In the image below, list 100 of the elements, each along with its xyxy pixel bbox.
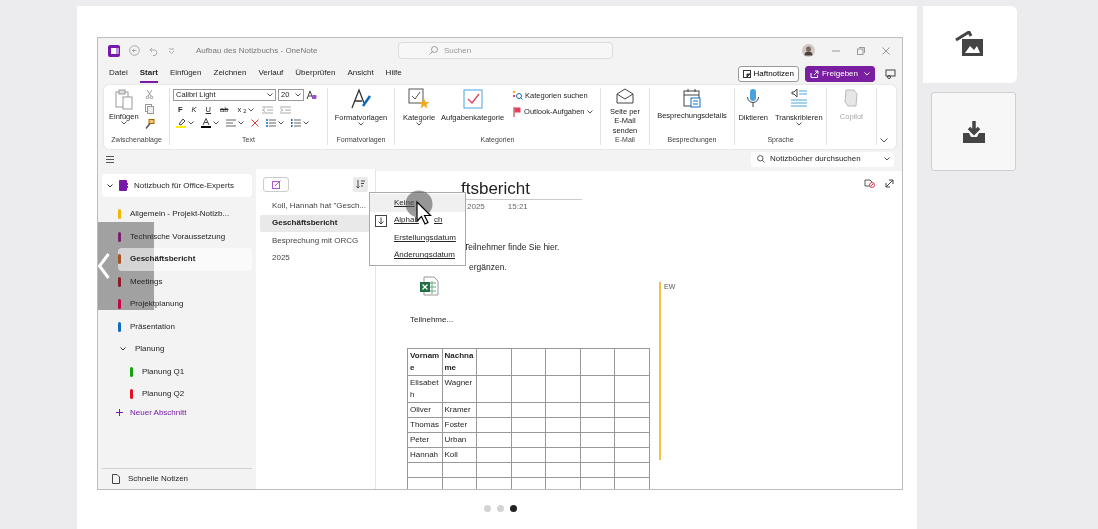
numbered-list-icon (291, 119, 301, 128)
page-item[interactable]: Besprechung mit ORCG (260, 232, 371, 250)
tag-off-icon (864, 179, 875, 188)
new-page-button[interactable] (263, 177, 289, 192)
caret-icon (864, 72, 870, 76)
caret-icon (278, 121, 284, 126)
table-cell: Koll (442, 447, 477, 463)
section-group[interactable]: Planung (102, 338, 252, 361)
sort-button[interactable] (353, 177, 368, 192)
sort-menu-item[interactable]: Keine (370, 194, 465, 212)
caret-icon (188, 121, 194, 126)
flag-icon (513, 106, 523, 117)
attachment-label[interactable]: Teilnehme... (410, 314, 454, 326)
maximize-icon (857, 46, 865, 55)
format-painter-button[interactable] (143, 119, 156, 129)
search-icon (757, 155, 765, 163)
menu-tab[interactable]: Ansicht (347, 65, 374, 83)
bullets-button[interactable] (265, 119, 285, 128)
microphone-icon (746, 88, 761, 110)
undo-icon (149, 45, 159, 56)
copy-icon (144, 104, 154, 114)
menu-icon (106, 155, 114, 163)
copy-button[interactable] (143, 104, 156, 114)
page-item[interactable]: 2025 (260, 249, 371, 267)
section-tab[interactable]: Projektplanung (118, 293, 252, 316)
section-tab[interactable]: Planung Q1 (130, 360, 252, 383)
caret-icon (213, 121, 219, 126)
align-button[interactable] (225, 119, 245, 128)
sticky-notes-button[interactable]: Haftnotizen (737, 66, 799, 82)
gallery-button[interactable] (923, 6, 1017, 83)
menu-tab[interactable]: Überprüfen (295, 65, 336, 83)
quick-notes-item[interactable]: Schnelle Notizen (102, 468, 252, 489)
section-tab[interactable]: Planung Q2 (130, 383, 252, 406)
page-time: 15:21 (507, 201, 528, 214)
plus-icon (116, 409, 123, 416)
highlighter-icon (176, 118, 186, 129)
sort-menu-item[interactable]: Änderungsdatum (370, 246, 465, 264)
section-tab[interactable]: Geschäftsbericht (118, 248, 252, 271)
highlight-button[interactable] (175, 118, 195, 129)
caret-icon (795, 122, 802, 127)
sort-icon (356, 180, 365, 189)
header-cell: Nachname (442, 348, 477, 376)
page-icon (112, 474, 120, 484)
quick-access-icon (168, 47, 175, 54)
sort-menu-item[interactable]: Erstellungsdatum (370, 229, 465, 247)
new-page-icon (271, 180, 281, 189)
window-title: Aufbau des Notizbuchs - OneNote (196, 44, 318, 57)
section-tab[interactable]: Allgemein - Projekt-Notizb... (118, 203, 252, 226)
indent-icon (280, 105, 292, 114)
table-cell: Urban (442, 432, 477, 448)
caret-icon (248, 107, 255, 112)
table-cell: Foster (442, 417, 477, 433)
expand-icon (885, 179, 894, 188)
carousel-dot[interactable] (483, 505, 491, 512)
collapse-ribbon-icon (880, 138, 888, 143)
font-color-button[interactable] (200, 118, 220, 129)
align-icon (226, 119, 236, 128)
numbering-button[interactable] (290, 119, 310, 128)
table-cell: Peter (407, 432, 442, 448)
menu-tab[interactable]: Datei (109, 65, 128, 83)
font-color-icon (201, 118, 211, 129)
page-date: 2025 (467, 201, 485, 214)
image-gallery-icon (955, 31, 985, 58)
cut-button[interactable] (143, 90, 156, 99)
styles-icon (350, 88, 372, 110)
search-icon (429, 46, 438, 55)
find-tags-icon (513, 90, 524, 101)
new-section-link[interactable]: Neuer Abschnitt (102, 405, 252, 420)
table-cell: Hannah (407, 447, 442, 463)
caret-icon (238, 121, 244, 126)
notebook-item[interactable]: Notizbuch für Office-Experts (102, 174, 252, 197)
menu-tab[interactable]: Hilfe (385, 65, 402, 83)
scissors-icon (144, 90, 154, 99)
share-icon (809, 70, 819, 78)
caret-icon (586, 109, 593, 114)
table-cell: Thomas (407, 417, 442, 433)
menu-tab[interactable]: Start (139, 65, 158, 83)
share-button[interactable]: Freigeben (804, 66, 875, 82)
caret-icon (884, 157, 890, 161)
bullet-list-icon (266, 119, 276, 128)
carousel-dot[interactable] (496, 505, 504, 512)
menu-tab[interactable]: Verlauf (258, 65, 284, 83)
notebook-icon (119, 180, 128, 191)
caret-icon (358, 122, 364, 127)
caret-icon (303, 121, 309, 126)
chevron-down-icon (107, 183, 113, 188)
download-button[interactable] (931, 92, 1016, 171)
calendar-icon (683, 88, 701, 108)
clipboard-icon (113, 88, 134, 110)
clear-format-icon (251, 119, 259, 128)
notebook-search-field[interactable]: Notizbücher durchsuchen (751, 151, 894, 167)
caret-icon (267, 93, 273, 97)
menu-tab[interactable]: Einfügen (169, 65, 202, 83)
carousel-dot[interactable] (509, 505, 517, 512)
page-item[interactable]: Geschäftsbericht (260, 214, 371, 232)
section-tab[interactable]: Präsentation (118, 315, 252, 338)
clear-formatting-button[interactable] (250, 119, 260, 128)
page-item[interactable]: Koll, Hannah hat "Gesch... (260, 197, 371, 215)
sort-down-icon (375, 214, 387, 227)
menu-tab[interactable]: Zeichnen (213, 65, 247, 83)
